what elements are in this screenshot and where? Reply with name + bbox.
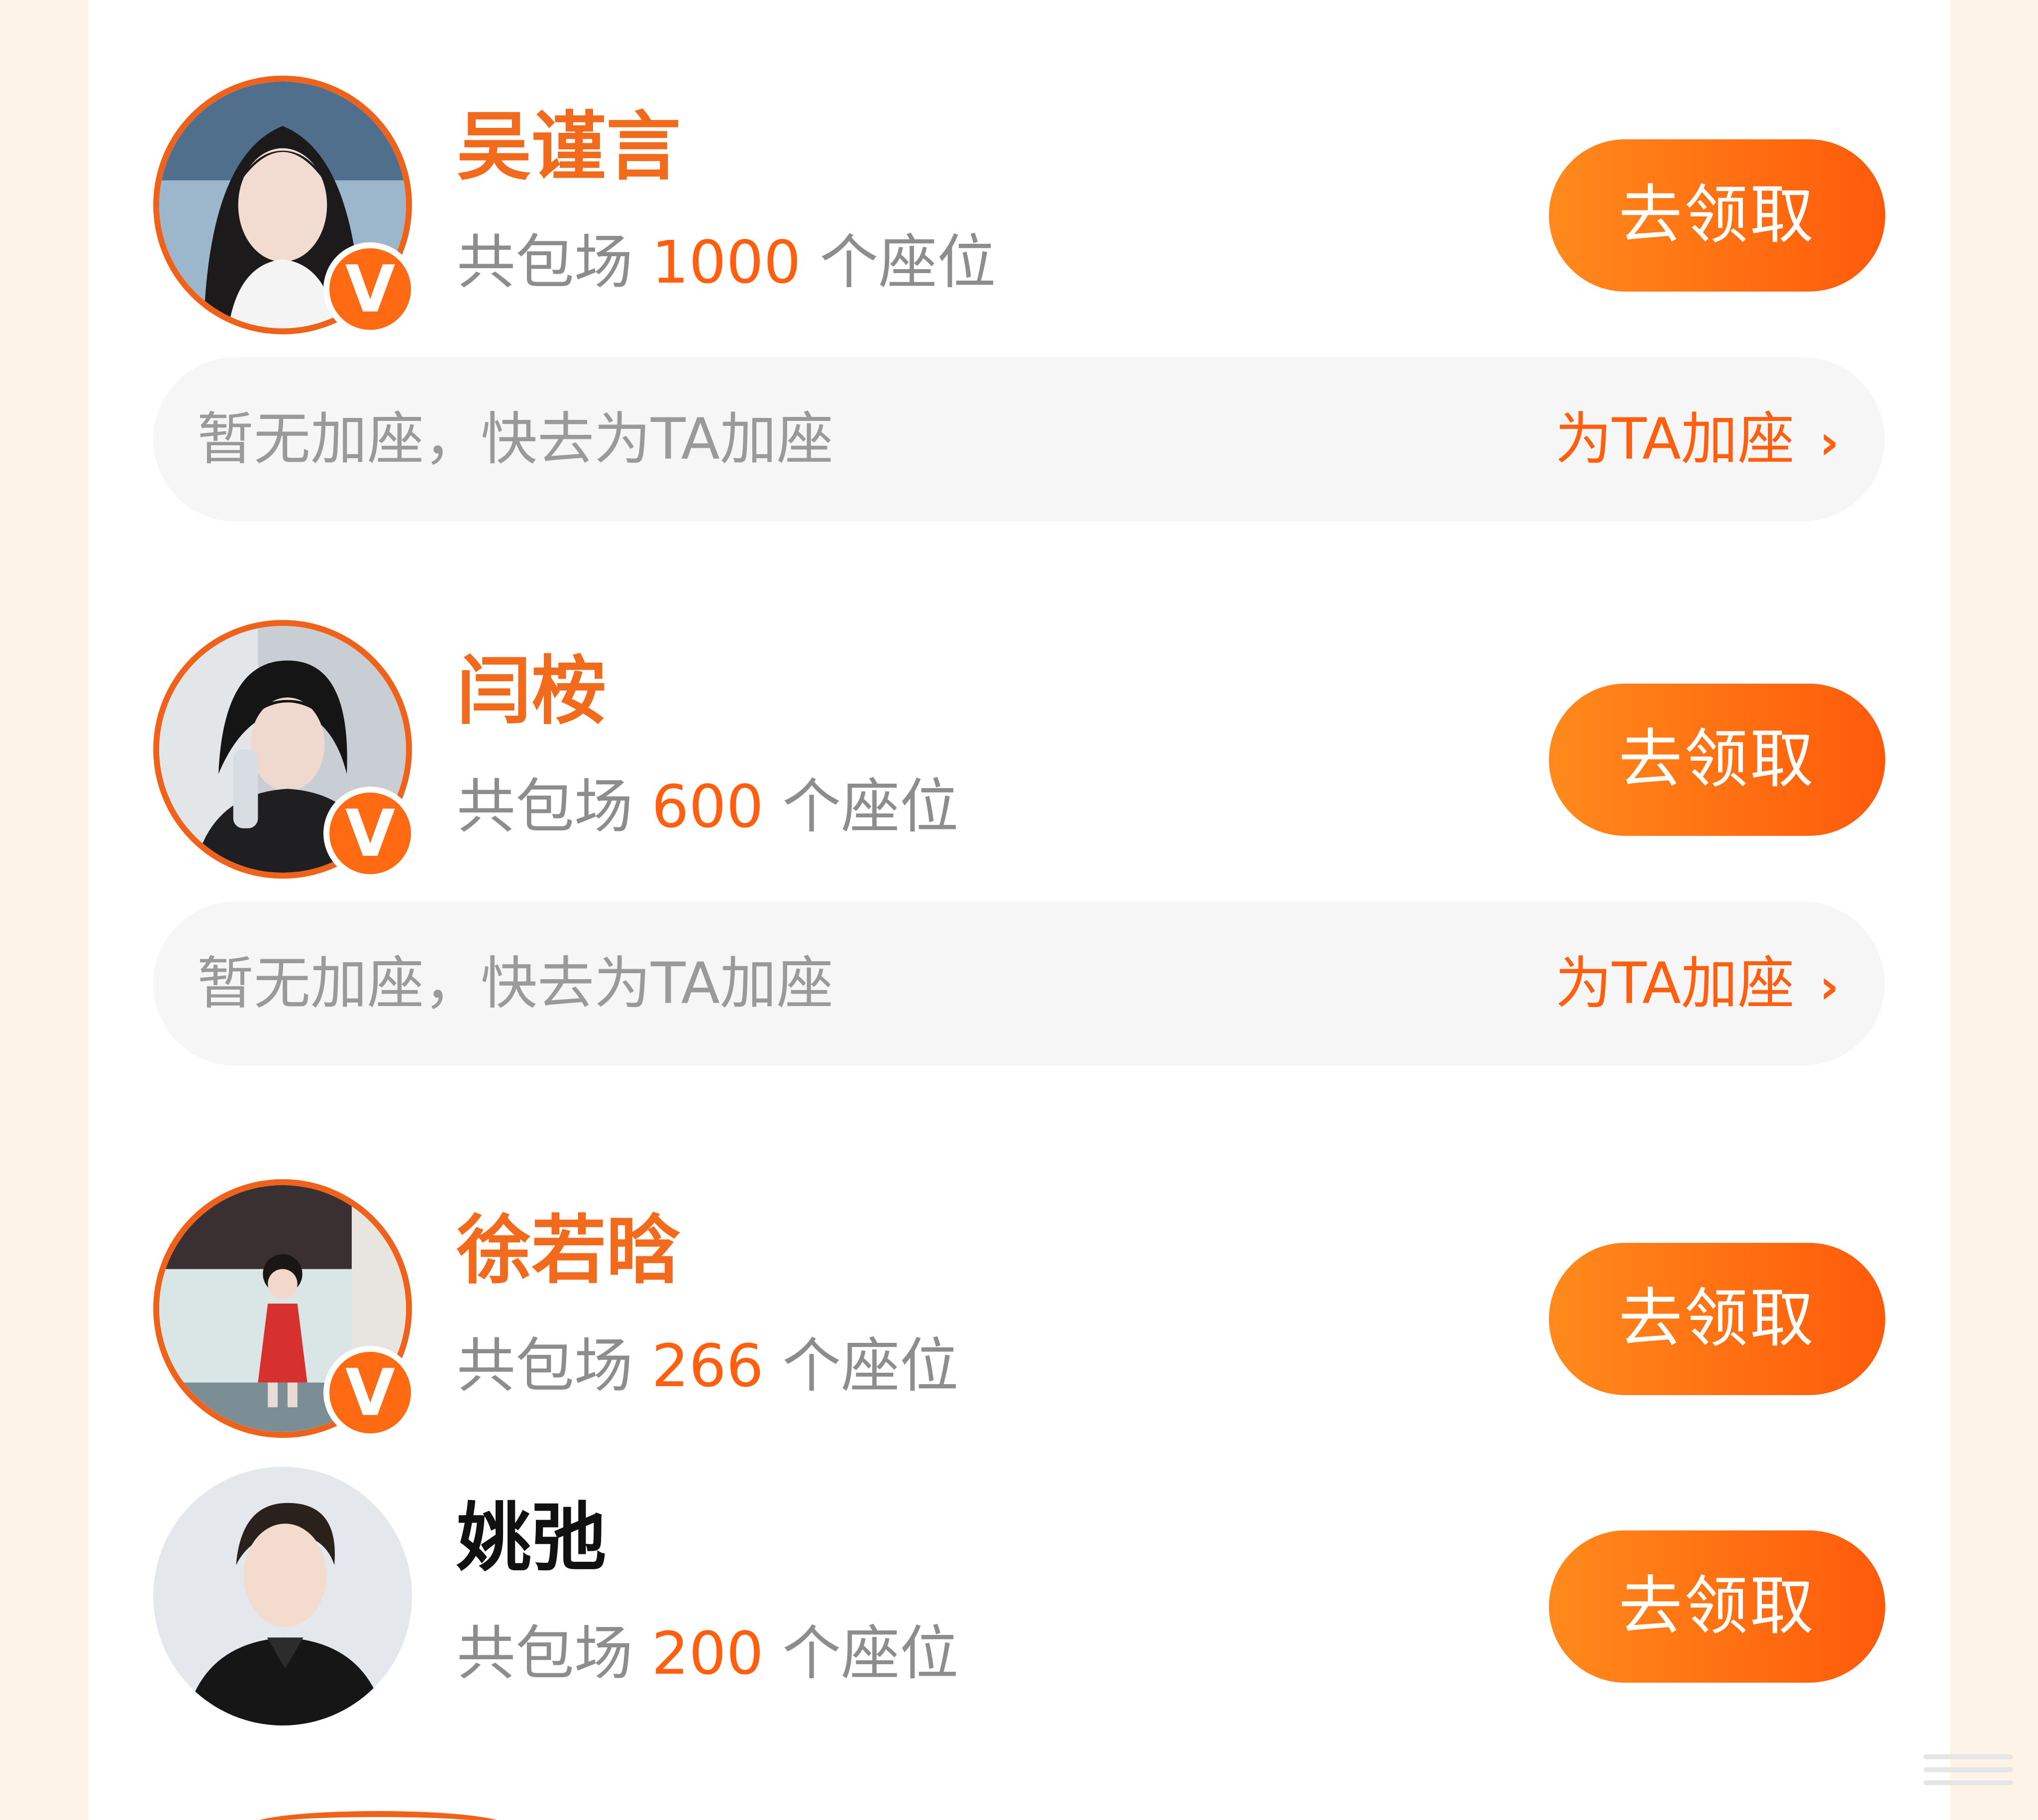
- seats-suffix: 个座位: [819, 228, 996, 297]
- verified-badge-icon: V: [323, 1346, 417, 1439]
- add-seat-link-label: 为TA加座: [1555, 406, 1795, 472]
- user-name[interactable]: 吴谨言: [457, 102, 681, 192]
- seats-prefix: 共包场: [457, 1619, 633, 1688]
- seats-prefix: 共包场: [457, 1331, 633, 1400]
- add-seat-hint: 暂无加座，快去为TA加座: [197, 406, 833, 472]
- avatar-group[interactable]: V: [153, 1179, 417, 1439]
- seat-count-text: 共包场 266 个座位: [457, 1328, 958, 1403]
- add-seat-bar[interactable]: 暂无加座，快去为TA加座 为TA加座 ›: [153, 902, 1885, 1066]
- seats-suffix: 个座位: [782, 772, 959, 841]
- next-avatar-peek: [249, 1811, 508, 1820]
- add-seat-bar[interactable]: 暂无加座，快去为TA加座 为TA加座 ›: [153, 357, 1885, 521]
- avatar-group[interactable]: [153, 1467, 412, 1725]
- avatar-group[interactable]: V: [153, 620, 417, 880]
- avatar[interactable]: [153, 1467, 412, 1725]
- seats-count: 266: [651, 1331, 764, 1400]
- seats-suffix: 个座位: [782, 1331, 959, 1400]
- verified-badge-icon: V: [323, 787, 417, 880]
- seats-suffix: 个座位: [782, 1619, 959, 1688]
- claim-button[interactable]: 去领取: [1549, 1243, 1885, 1395]
- avatar-photo: [153, 1467, 412, 1725]
- claim-button[interactable]: 去领取: [1549, 139, 1885, 292]
- seats-count: 600: [651, 772, 764, 841]
- seats-prefix: 共包场: [457, 228, 633, 297]
- add-seat-link[interactable]: 为TA加座 ›: [1555, 902, 1839, 1069]
- user-name[interactable]: 闫桉: [457, 647, 606, 736]
- seats-count: 200: [651, 1619, 764, 1688]
- chevron-right-icon: ›: [1819, 959, 1839, 1014]
- seat-count-text: 共包场 200 个座位: [457, 1616, 958, 1691]
- user-name[interactable]: 姚弛: [457, 1494, 606, 1583]
- scroll-indicator-icon: [1919, 1745, 2018, 1795]
- seat-count-text: 共包场 600 个座位: [457, 769, 958, 844]
- fan-seat-list: V 吴谨言 共包场 1000 个座位 去领取 暂无加座，快去为TA加座 为TA加…: [89, 0, 1950, 1820]
- seats-count: 1000: [651, 228, 801, 297]
- seats-prefix: 共包场: [457, 772, 633, 841]
- seat-count-text: 共包场 1000 个座位: [457, 225, 996, 300]
- add-seat-hint: 暂无加座，快去为TA加座: [197, 950, 833, 1016]
- verified-badge-icon: V: [323, 242, 417, 336]
- user-name[interactable]: 徐若晗: [457, 1206, 681, 1296]
- add-seat-link[interactable]: 为TA加座 ›: [1555, 357, 1839, 524]
- avatar-group[interactable]: V: [153, 76, 417, 336]
- claim-button[interactable]: 去领取: [1549, 1530, 1885, 1683]
- add-seat-link-label: 为TA加座: [1555, 950, 1795, 1016]
- claim-button[interactable]: 去领取: [1549, 684, 1885, 836]
- chevron-right-icon: ›: [1819, 414, 1839, 470]
